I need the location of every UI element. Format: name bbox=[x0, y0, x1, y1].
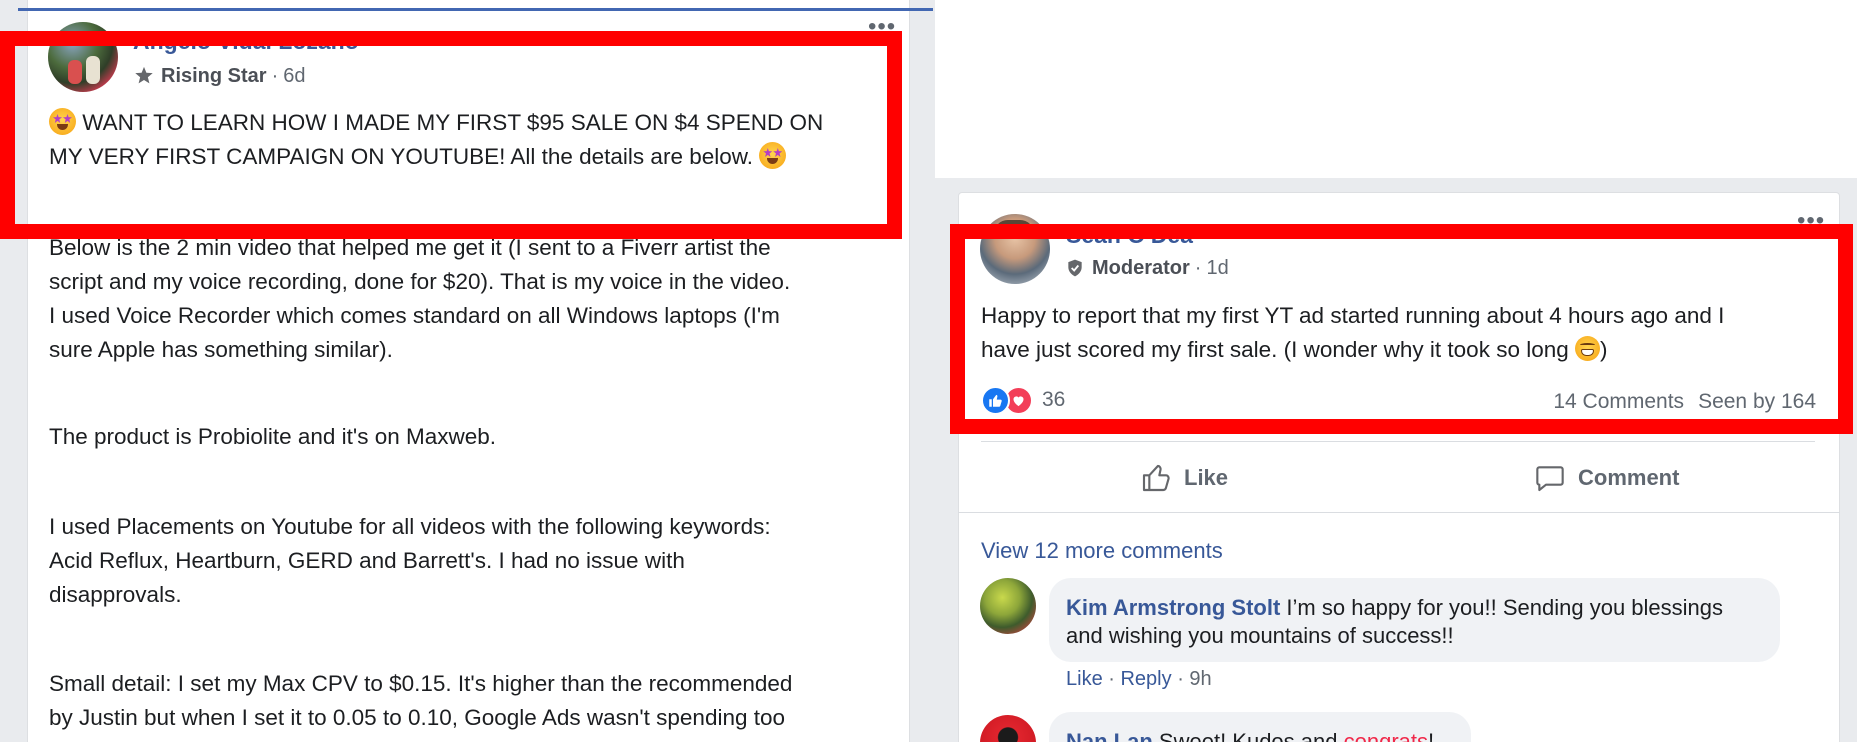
left-highlight-box bbox=[0, 31, 902, 239]
paragraph-line: sure Apple has something similar). bbox=[49, 337, 393, 362]
comment-reply-link[interactable]: Reply bbox=[1120, 668, 1171, 690]
commenter-name[interactable]: Kim Armstrong Stolt bbox=[1066, 595, 1280, 620]
left-post-paragraph-2: The product is Probiolite and it's on Ma… bbox=[49, 420, 889, 454]
commenter-name[interactable]: Nan Lan bbox=[1066, 729, 1153, 742]
paragraph-line: by Justin but when I set it to 0.05 to 0… bbox=[49, 705, 786, 730]
paragraph-line: The product is Probiolite and it's on Ma… bbox=[49, 424, 497, 449]
right-highlight-box bbox=[950, 224, 1853, 434]
divider bbox=[958, 512, 1840, 513]
paragraph-line: disapprovals. bbox=[49, 582, 182, 607]
thumbs-up-icon bbox=[1142, 464, 1170, 492]
like-reaction-icon bbox=[981, 385, 1010, 415]
paragraph-line: Acid Reflux, Heartburn, GERD and Barrett… bbox=[49, 548, 685, 573]
comment-button-label: Comment bbox=[1578, 465, 1680, 490]
divider bbox=[981, 441, 1815, 442]
comment-text-a: Sweet! Kudos and bbox=[1158, 729, 1344, 742]
comment-time[interactable]: 9h bbox=[1189, 668, 1211, 690]
separator-dot: · bbox=[1177, 668, 1190, 690]
screenshot-stage: ••• Angelo Vidal Lozano Rising Star · 6d… bbox=[0, 0, 1857, 742]
separator-dot: · bbox=[1108, 668, 1121, 690]
comment-like-link[interactable]: Like bbox=[1066, 668, 1103, 690]
left-post-paragraph-3: I used Placements on Youtube for all vid… bbox=[49, 510, 889, 612]
like-button-label: Like bbox=[1184, 465, 1229, 490]
comment-button[interactable]: Comment bbox=[1534, 458, 1679, 498]
highlighted-word[interactable]: congrats bbox=[1344, 729, 1428, 742]
left-post-paragraph-1: Below is the 2 min video that helped me … bbox=[49, 231, 889, 367]
left-post-paragraph-4: Small detail: I set my Max CPV to $0.15.… bbox=[49, 667, 889, 735]
paragraph-line: Small detail: I set my Max CPV to $0.15.… bbox=[49, 671, 793, 696]
paragraph-line: I used Voice Recorder which comes standa… bbox=[49, 303, 780, 328]
comment-bubble: Kim Armstrong Stolt I’m so happy for you… bbox=[1049, 578, 1780, 662]
speech-bubble-icon bbox=[1536, 466, 1564, 492]
comment-text-b: ! bbox=[1428, 729, 1435, 742]
like-button[interactable]: Like bbox=[1140, 458, 1228, 498]
commenter-avatar[interactable] bbox=[980, 578, 1036, 634]
comment-bubble: Nan Lan Sweet! Kudos and congrats! bbox=[1049, 712, 1471, 742]
comment-line: Kim Armstrong Stolt I’m so happy for you… bbox=[1066, 594, 1763, 622]
comment-actions: Like · Reply · 9h bbox=[1066, 668, 1212, 691]
comment-text-1: I’m so happy for you!! Sending you bless… bbox=[1286, 595, 1724, 620]
paragraph-line: I used Placements on Youtube for all vid… bbox=[49, 514, 771, 539]
comment-text-2: and wishing you mountains of success!! bbox=[1066, 623, 1454, 648]
view-more-comments-link[interactable]: View 12 more comments bbox=[981, 538, 1223, 564]
left-post-top-border bbox=[18, 8, 933, 11]
paragraph-line: script and my voice recording, done for … bbox=[49, 269, 791, 294]
